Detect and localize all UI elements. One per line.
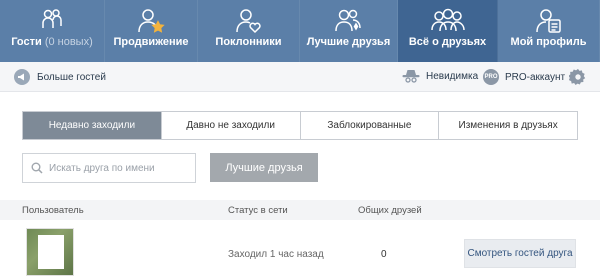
avatar[interactable] (26, 228, 74, 276)
table-header: Пользователь Статус в сети Общих друзей (0, 200, 600, 220)
pro-badge-icon: PRO (483, 69, 499, 85)
invisible-mode-label: Невидимка (426, 70, 479, 82)
nav-item-my-profile[interactable]: Мой профиль (498, 0, 600, 62)
spy-hat-icon (402, 70, 420, 83)
best-friends-filter-button[interactable]: Лучшие друзья (210, 153, 318, 182)
nav-item-admirers[interactable]: Поклонники (198, 0, 300, 62)
guests-icon (42, 9, 62, 28)
new-guests-count: (0 новых) (44, 36, 93, 48)
table-row: Заходил 1 час назад 0 Смотреть гостей др… (0, 220, 600, 276)
profile-icon (535, 9, 561, 33)
tab-blocked[interactable]: Заблокированные (300, 112, 440, 139)
nav-item-guests[interactable]: Гости (0 новых) (0, 0, 105, 62)
pro-account-label: PRO-аккаунт (505, 71, 566, 83)
search-icon (31, 162, 43, 174)
column-header-mutual: Общих друзей (358, 205, 422, 216)
tab-long-not-visited[interactable]: Давно не заходили (161, 112, 301, 139)
promotion-icon (138, 9, 165, 33)
invisible-mode-link[interactable]: Невидимка (402, 69, 478, 83)
nav-label-my-profile: Мой профиль (510, 36, 587, 48)
best-friends-icon (334, 9, 361, 32)
more-guests-link[interactable]: Больше гостей (14, 69, 106, 85)
nav-label-all-about-friends: Всё о друзьях (408, 36, 487, 48)
view-friend-guests-button[interactable]: Смотреть гостей друга (464, 239, 576, 268)
column-header-status: Статус в сети (228, 205, 288, 216)
tab-friend-changes[interactable]: Изменения в друзьях (439, 112, 577, 139)
column-header-user: Пользователь (22, 205, 84, 216)
admirers-icon (235, 9, 261, 34)
mutual-friends-count: 0 (381, 249, 387, 260)
friends-tabs: Недавно заходили Давно не заходили Забло… (22, 111, 578, 140)
friend-search-box (22, 153, 196, 183)
more-guests-label: Больше гостей (37, 71, 106, 83)
nav-label-admirers: Поклонники (215, 36, 282, 48)
nav-label-promotion: Продвижение (113, 36, 189, 48)
pro-account-link[interactable]: PRO PRO-аккаунт (483, 69, 565, 85)
gear-icon[interactable] (569, 68, 587, 86)
nav-item-all-about-friends[interactable]: Всё о друзьях (398, 0, 498, 62)
tab-recently-visited[interactable]: Недавно заходили (23, 112, 162, 139)
nav-item-promotion[interactable]: Продвижение (105, 0, 198, 62)
megaphone-icon (14, 69, 30, 85)
top-navigation: Гости (0 новых) Продвижение Поклонники Л… (0, 0, 600, 62)
secondary-toolbar: Больше гостей Невидимка PRO PRO-аккаунт (0, 62, 600, 92)
nav-label-guests: Гости (11, 36, 42, 48)
online-status: Заходил 1 час назад (228, 249, 324, 260)
all-friends-icon (430, 8, 465, 32)
nav-label-best-friends: Лучшие друзья (306, 36, 391, 48)
friend-search-input[interactable] (49, 162, 189, 174)
nav-item-best-friends[interactable]: Лучшие друзья (300, 0, 398, 62)
